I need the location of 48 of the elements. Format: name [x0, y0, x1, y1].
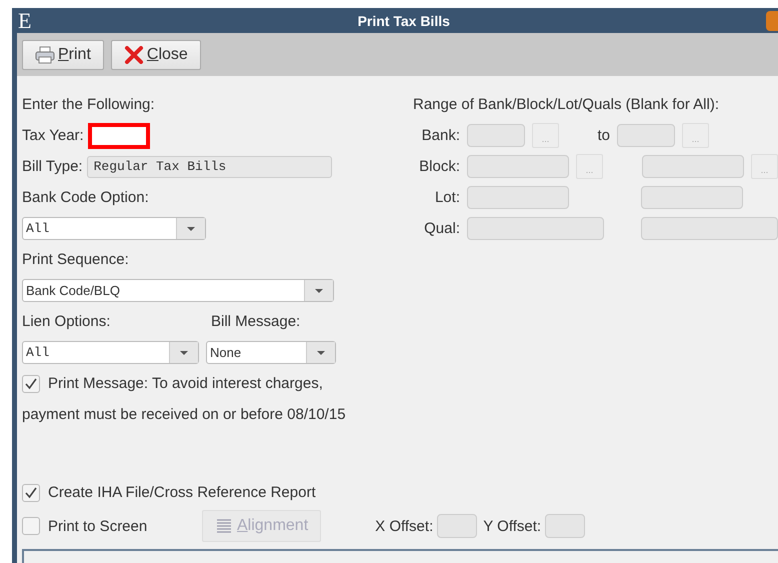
range-to-field[interactable] [642, 155, 744, 178]
range-from-field[interactable] [467, 124, 525, 147]
checkbox[interactable] [22, 484, 40, 502]
field-label: X Offset: [375, 518, 434, 534]
field-label: Bank: [420, 127, 460, 144]
check-icon [24, 486, 38, 500]
range-to-field[interactable] [641, 186, 743, 209]
checkbox[interactable] [22, 517, 40, 535]
print-sequence-dropdown[interactable]: Bank Code/BLQ [22, 279, 334, 302]
field-label: Y Offset: [483, 518, 542, 534]
range-from-field[interactable] [467, 155, 569, 178]
field-label: Qual: [423, 220, 460, 237]
x-offset-field[interactable] [437, 514, 478, 538]
form-heading: Enter the Following: [22, 96, 155, 113]
tax-year-field[interactable] [88, 122, 150, 148]
minimize-button[interactable] [766, 10, 778, 30]
field-label: Bill Message: [211, 313, 300, 330]
checkbox-label: Create IHA File/Cross Reference Report [48, 484, 316, 501]
print-button[interactable]: Print [22, 40, 104, 70]
range-from-field[interactable] [467, 217, 604, 240]
close-button[interactable]: Close [110, 40, 201, 70]
field-label: Print Sequence: [22, 251, 129, 268]
close-icon [124, 46, 144, 64]
message-text: payment must be received on or before 08/10/15 [22, 406, 346, 423]
printer-icon [35, 46, 55, 64]
y-offset-field[interactable] [545, 514, 586, 538]
field-label: Tax Year: [22, 127, 84, 144]
field-label: Block: [418, 158, 460, 175]
app-logo: E [17, 8, 32, 34]
range-to-field[interactable] [617, 124, 675, 147]
range-heading: Range of Bank/Block/Lot/Quals (Blank for All): [413, 96, 719, 113]
window-title: Print Tax Bills [356, 12, 451, 28]
range-to-field[interactable] [641, 217, 778, 240]
lines-icon [215, 518, 233, 534]
field-label: Bill Type: [22, 158, 83, 175]
checkbox[interactable] [22, 374, 40, 392]
lien-options-dropdown[interactable]: All [22, 341, 199, 364]
bill-type-field[interactable]: Regular Tax Bills [86, 156, 332, 178]
to-label: to [597, 127, 610, 144]
field-label: Lot: [434, 189, 460, 206]
field-label: Lien Options: [22, 313, 112, 330]
bill-message-dropdown[interactable]: None [206, 341, 336, 364]
check-icon [24, 376, 38, 390]
checkbox-label: Print Message: To avoid interest charges, [48, 375, 323, 392]
range-from-field[interactable] [467, 186, 569, 209]
checkbox-label: Print to Screen [48, 518, 148, 534]
bank-code-dropdown[interactable]: All [22, 217, 206, 240]
field-label: Bank Code Option: [22, 189, 149, 206]
